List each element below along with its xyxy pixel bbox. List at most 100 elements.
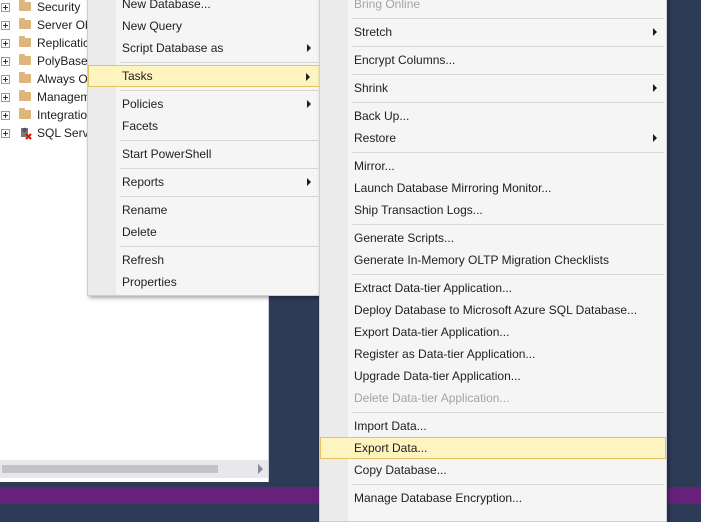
menu-item-tasks[interactable]: Tasks bbox=[88, 65, 320, 87]
folder-icon bbox=[19, 108, 31, 119]
menu-separator bbox=[352, 274, 664, 275]
menu-item-label: Refresh bbox=[122, 253, 165, 267]
menu-item-facets[interactable]: Facets bbox=[88, 115, 320, 137]
tree-item-label: Integratio bbox=[37, 108, 88, 122]
expand-icon[interactable] bbox=[1, 129, 10, 138]
menu-item-label: Extract Data-tier Application... bbox=[354, 281, 513, 295]
tree-item-polybase[interactable]: PolyBase bbox=[0, 53, 100, 71]
menu-separator bbox=[352, 484, 664, 485]
menu-item-stretch[interactable]: Stretch bbox=[320, 21, 666, 43]
tree-item-label: Always O bbox=[37, 72, 88, 86]
expand-icon[interactable] bbox=[1, 57, 10, 66]
menu-item-refresh[interactable]: Refresh bbox=[88, 249, 320, 271]
menu-item-restore[interactable]: Restore bbox=[320, 127, 666, 149]
menu-item-label: Deploy Database to Microsoft Azure SQL D… bbox=[354, 303, 638, 317]
menu-item-back-up[interactable]: Back Up... bbox=[320, 105, 666, 127]
scroll-right-arrow-icon[interactable] bbox=[258, 464, 263, 474]
scrollbar-thumb[interactable] bbox=[2, 465, 218, 473]
horizontal-scrollbar[interactable] bbox=[0, 460, 268, 478]
menu-item-script-database-as[interactable]: Script Database as bbox=[88, 37, 320, 59]
tree-item-replication[interactable]: Replicatic bbox=[0, 35, 100, 53]
menu-item-ship-transaction-logs[interactable]: Ship Transaction Logs... bbox=[320, 199, 666, 221]
submenu-arrow-icon bbox=[653, 134, 657, 142]
menu-item-label: Upgrade Data-tier Application... bbox=[354, 369, 521, 383]
menu-item-reports[interactable]: Reports bbox=[88, 171, 320, 193]
menu-item-deploy-azure[interactable]: Deploy Database to Microsoft Azure SQL D… bbox=[320, 299, 666, 321]
submenu-arrow-icon bbox=[307, 178, 311, 186]
tree-item-server-objects[interactable]: Server Ob bbox=[0, 17, 100, 35]
sql-agent-icon bbox=[21, 127, 32, 140]
menu-item-label: Register as Data-tier Application... bbox=[354, 347, 536, 361]
menu-item-label: Start PowerShell bbox=[122, 147, 212, 161]
menu-separator bbox=[352, 18, 664, 19]
submenu-arrow-icon bbox=[653, 84, 657, 92]
menu-item-label: Copy Database... bbox=[354, 463, 447, 477]
menu-separator bbox=[120, 140, 318, 141]
menu-separator bbox=[352, 412, 664, 413]
menu-item-label: New Query bbox=[122, 19, 183, 33]
menu-item-delete[interactable]: Delete bbox=[88, 221, 320, 243]
menu-separator bbox=[352, 152, 664, 153]
menu-item-label: Import Data... bbox=[354, 419, 427, 433]
menu-item-start-powershell[interactable]: Start PowerShell bbox=[88, 143, 320, 165]
menu-item-label: Export Data-tier Application... bbox=[354, 325, 510, 339]
menu-item-generate-scripts[interactable]: Generate Scripts... bbox=[320, 227, 666, 249]
expand-icon[interactable] bbox=[1, 93, 10, 102]
menu-separator bbox=[120, 168, 318, 169]
menu-item-export-dac[interactable]: Export Data-tier Application... bbox=[320, 321, 666, 343]
tree-item-sql-server-agent[interactable]: SQL Serve bbox=[0, 125, 100, 143]
menu-item-label: Stretch bbox=[354, 25, 393, 39]
expand-icon[interactable] bbox=[1, 3, 10, 12]
menu-item-upgrade-dac[interactable]: Upgrade Data-tier Application... bbox=[320, 365, 666, 387]
menu-item-label: Generate In-Memory OLTP Migration Checkl… bbox=[354, 253, 609, 267]
menu-item-encrypt-columns[interactable]: Encrypt Columns... bbox=[320, 49, 666, 71]
menu-item-label: Export Data... bbox=[354, 441, 428, 455]
folder-icon bbox=[19, 54, 31, 65]
tree-item-label: Security bbox=[37, 0, 81, 14]
menu-separator bbox=[352, 224, 664, 225]
menu-item-label: Bring Online bbox=[354, 0, 421, 11]
menu-item-label: Script Database as bbox=[122, 41, 224, 55]
menu-item-shrink[interactable]: Shrink bbox=[320, 77, 666, 99]
expand-icon[interactable] bbox=[1, 111, 10, 120]
menu-item-copy-database[interactable]: Copy Database... bbox=[320, 459, 666, 481]
menu-item-manage-encryption[interactable]: Manage Database Encryption... bbox=[320, 487, 666, 509]
menu-item-register-dac[interactable]: Register as Data-tier Application... bbox=[320, 343, 666, 365]
menu-item-delete-dac: Delete Data-tier Application... bbox=[320, 387, 666, 409]
menu-separator bbox=[120, 90, 318, 91]
expand-icon[interactable] bbox=[1, 39, 10, 48]
menu-item-label: New Database... bbox=[122, 0, 211, 11]
menu-item-launch-mirroring-monitor[interactable]: Launch Database Mirroring Monitor... bbox=[320, 177, 666, 199]
tree-item-label: Server Ob bbox=[37, 18, 92, 32]
folder-icon bbox=[19, 90, 31, 101]
tree-item-management[interactable]: Managem bbox=[0, 89, 100, 107]
menu-item-label: Mirror... bbox=[354, 159, 395, 173]
tree-item-always-on[interactable]: Always O bbox=[0, 71, 100, 89]
tree-item-security[interactable]: Security bbox=[0, 0, 100, 17]
menu-item-export-data[interactable]: Export Data... bbox=[320, 437, 666, 459]
expand-icon[interactable] bbox=[1, 75, 10, 84]
expand-icon[interactable] bbox=[1, 21, 10, 30]
menu-item-label: Rename bbox=[122, 203, 168, 217]
menu-item-label: Delete Data-tier Application... bbox=[354, 391, 510, 405]
tree-item-integration-services[interactable]: Integratio bbox=[0, 107, 100, 125]
menu-item-label: Encrypt Columns... bbox=[354, 53, 456, 67]
submenu-arrow-icon bbox=[653, 28, 657, 36]
menu-item-policies[interactable]: Policies bbox=[88, 93, 320, 115]
tree-item-label: PolyBase bbox=[37, 54, 88, 68]
database-context-menu: New Database... New Query Script Databas… bbox=[87, 0, 321, 296]
folder-icon bbox=[19, 36, 31, 47]
menu-item-bring-online: Bring Online bbox=[320, 0, 666, 15]
menu-item-properties[interactable]: Properties bbox=[88, 271, 320, 293]
menu-item-label: Ship Transaction Logs... bbox=[354, 203, 483, 217]
menu-item-new-query[interactable]: New Query bbox=[88, 15, 320, 37]
folder-icon bbox=[19, 0, 31, 11]
menu-item-new-database[interactable]: New Database... bbox=[88, 0, 320, 15]
menu-item-mirror[interactable]: Mirror... bbox=[320, 155, 666, 177]
menu-item-extract-dac[interactable]: Extract Data-tier Application... bbox=[320, 277, 666, 299]
menu-item-generate-inmemory-checklists[interactable]: Generate In-Memory OLTP Migration Checkl… bbox=[320, 249, 666, 271]
menu-separator bbox=[120, 62, 318, 63]
menu-item-import-data[interactable]: Import Data... bbox=[320, 415, 666, 437]
submenu-arrow-icon bbox=[307, 44, 311, 52]
menu-item-rename[interactable]: Rename bbox=[88, 199, 320, 221]
